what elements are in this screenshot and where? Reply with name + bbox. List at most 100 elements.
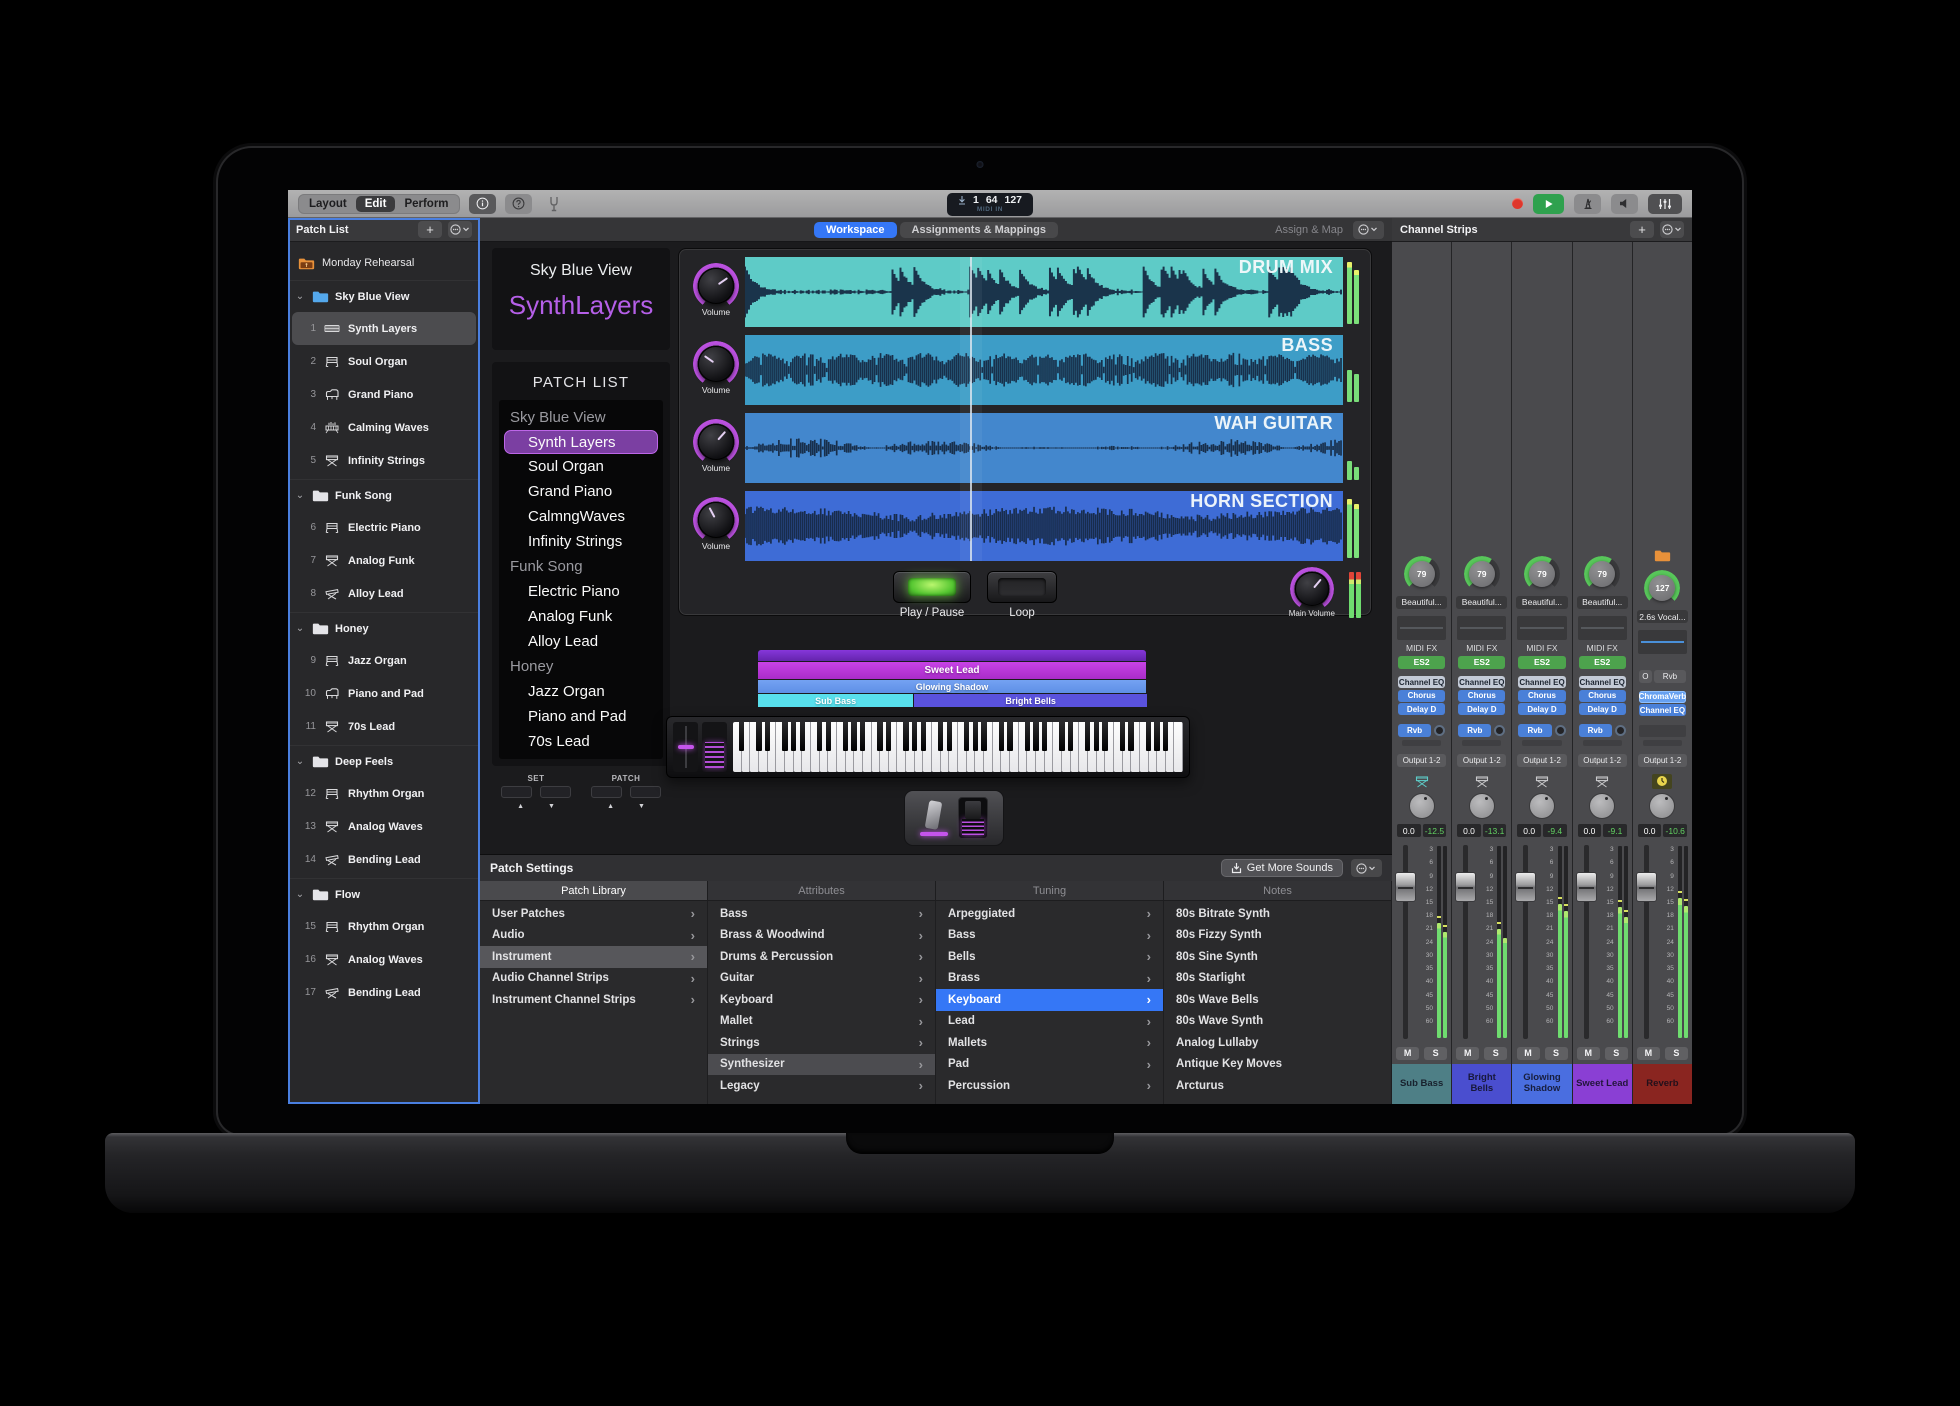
strip-name[interactable]: Bright Bells xyxy=(1452,1064,1511,1104)
black-key[interactable] xyxy=(999,722,1004,751)
aux-input-slot[interactable]: ORvb xyxy=(1639,670,1686,683)
set-folder-row[interactable]: ⌄Flow xyxy=(288,878,480,910)
patch-row[interactable]: 9Jazz Organ xyxy=(288,644,480,677)
preset-chip[interactable]: Beautiful... xyxy=(1577,596,1628,609)
solo-button[interactable]: S xyxy=(1605,1047,1628,1060)
send-slot[interactable]: Rvb xyxy=(1398,724,1445,737)
pan-knob[interactable] xyxy=(1589,793,1615,819)
insert-slot[interactable]: Chorus xyxy=(1458,690,1505,702)
layer-bar-sub-bass[interactable]: Sub Bass xyxy=(758,694,913,707)
layer-bar-glowing-shadow[interactable]: Glowing Shadow xyxy=(758,680,1146,693)
solo-button[interactable]: S xyxy=(1484,1047,1507,1060)
insert-slot[interactable]: Channel EQ xyxy=(1639,704,1686,716)
library-item[interactable]: Lead› xyxy=(936,1011,1163,1033)
black-key[interactable] xyxy=(860,722,865,751)
black-key[interactable] xyxy=(1163,722,1168,751)
mode-perform[interactable]: Perform xyxy=(395,196,457,212)
library-item[interactable]: Mallets› xyxy=(936,1032,1163,1054)
insert-slot[interactable]: Delay D xyxy=(1579,703,1626,715)
help-button[interactable] xyxy=(505,194,532,214)
patch-row[interactable]: 13Analog Waves xyxy=(288,810,480,843)
patch-row[interactable]: 12Rhythm Organ xyxy=(288,777,480,810)
patch-row[interactable]: 4Calming Waves xyxy=(288,411,480,444)
strip-knob[interactable]: 79 xyxy=(1584,556,1620,592)
solo-button[interactable]: S xyxy=(1665,1047,1688,1060)
library-item[interactable]: Pad› xyxy=(936,1054,1163,1076)
send-knob[interactable] xyxy=(1494,725,1505,736)
library-item[interactable]: Audio Channel Strips› xyxy=(480,968,707,990)
waveform-display[interactable]: HORN SECTION xyxy=(745,491,1343,561)
strip-knob[interactable]: 79 xyxy=(1524,556,1560,592)
strip-name[interactable]: Glowing Shadow xyxy=(1512,1064,1571,1104)
midi-fx-slot[interactable]: MIDI FX xyxy=(1512,641,1571,655)
midi-fx-slot[interactable]: MIDI FX xyxy=(1392,641,1451,655)
black-key[interactable] xyxy=(817,722,822,751)
library-item[interactable]: Arpeggiated› xyxy=(936,903,1163,925)
strip-knob[interactable]: 79 xyxy=(1404,556,1440,592)
insert-slot[interactable]: Delay D xyxy=(1458,703,1505,715)
patch-row[interactable]: 2Soul Organ xyxy=(288,345,480,378)
display-patch-item[interactable]: Alloy Lead xyxy=(502,629,660,654)
instrument-slot[interactable]: ES2 xyxy=(1579,656,1626,669)
black-key[interactable] xyxy=(877,722,882,751)
settings-tab-tuning[interactable]: Tuning xyxy=(936,881,1164,900)
patch-row[interactable]: 8Alloy Lead xyxy=(288,577,480,610)
library-item[interactable]: Guitar› xyxy=(708,968,935,990)
mute-button[interactable]: M xyxy=(1577,1047,1600,1060)
black-key[interactable] xyxy=(903,722,908,751)
mode-edit[interactable]: Edit xyxy=(356,196,396,212)
pan-knob[interactable] xyxy=(1529,793,1555,819)
fader-handle[interactable] xyxy=(1455,872,1476,902)
instrument-slot[interactable]: ES2 xyxy=(1518,656,1565,669)
patch-row[interactable]: 5Infinity Strings xyxy=(288,444,480,477)
eq-thumbnail[interactable] xyxy=(1397,616,1446,640)
send-slot[interactable]: Rvb xyxy=(1518,724,1565,737)
fader-handle[interactable] xyxy=(1515,872,1536,902)
black-key[interactable] xyxy=(782,722,787,751)
preset-chip[interactable]: Beautiful... xyxy=(1396,596,1447,609)
black-key[interactable] xyxy=(1068,722,1073,751)
set-folder-row[interactable]: ⌄Honey xyxy=(288,612,480,644)
set-down-button[interactable] xyxy=(540,786,571,798)
white-key[interactable] xyxy=(1174,722,1183,772)
empty-send-slot[interactable] xyxy=(1522,740,1561,746)
strip-knob[interactable]: 127 xyxy=(1644,570,1680,606)
get-more-sounds-button[interactable]: Get More Sounds xyxy=(1221,859,1343,877)
library-item[interactable]: 80s Wave Bells xyxy=(1164,989,1391,1011)
output-slot[interactable]: Output 1-2 xyxy=(1397,754,1446,767)
output-slot[interactable]: Output 1-2 xyxy=(1578,754,1627,767)
mod-wheel[interactable] xyxy=(702,722,727,772)
black-key[interactable] xyxy=(1059,722,1064,751)
output-slot[interactable]: Output 1-2 xyxy=(1517,754,1566,767)
black-key[interactable] xyxy=(1085,722,1090,751)
send-knob[interactable] xyxy=(1555,725,1566,736)
send-knob[interactable] xyxy=(1615,725,1626,736)
settings-tab-patch-library[interactable]: Patch Library xyxy=(480,881,708,900)
library-item[interactable]: Antique Key Moves xyxy=(1164,1054,1391,1076)
set-up-button[interactable] xyxy=(501,786,532,798)
master-mute-button[interactable] xyxy=(1611,194,1638,214)
eq-thumbnail[interactable] xyxy=(1578,616,1627,640)
preset-chip[interactable]: Beautiful... xyxy=(1456,596,1507,609)
add-channel-strip-button[interactable]: + xyxy=(1630,221,1654,238)
eq-thumbnail[interactable] xyxy=(1638,630,1687,654)
patch-settings-action-menu[interactable] xyxy=(1351,859,1382,877)
eq-thumbnail[interactable] xyxy=(1457,616,1506,640)
library-item[interactable]: Bass› xyxy=(708,903,935,925)
library-item[interactable]: User Patches› xyxy=(480,903,707,925)
patch-row[interactable]: 14Bending Lead xyxy=(288,843,480,876)
library-item[interactable]: Audio› xyxy=(480,925,707,947)
pan-knob[interactable] xyxy=(1409,793,1435,819)
black-key[interactable] xyxy=(947,722,952,751)
strip-name[interactable]: Reverb xyxy=(1633,1064,1692,1104)
library-item[interactable]: Instrument› xyxy=(480,946,707,968)
pan-knob[interactable] xyxy=(1469,793,1495,819)
black-key[interactable] xyxy=(1094,722,1099,751)
patch-row[interactable]: 7Analog Funk xyxy=(288,544,480,577)
display-patch-item[interactable]: Piano and Pad xyxy=(502,704,660,729)
library-item[interactable]: Brass & Woodwind› xyxy=(708,925,935,947)
library-item[interactable]: Analog Lullaby xyxy=(1164,1032,1391,1054)
mute-button[interactable]: M xyxy=(1637,1047,1660,1060)
insert-slot[interactable]: Delay D xyxy=(1398,703,1445,715)
library-item[interactable]: Keyboard› xyxy=(936,989,1163,1011)
